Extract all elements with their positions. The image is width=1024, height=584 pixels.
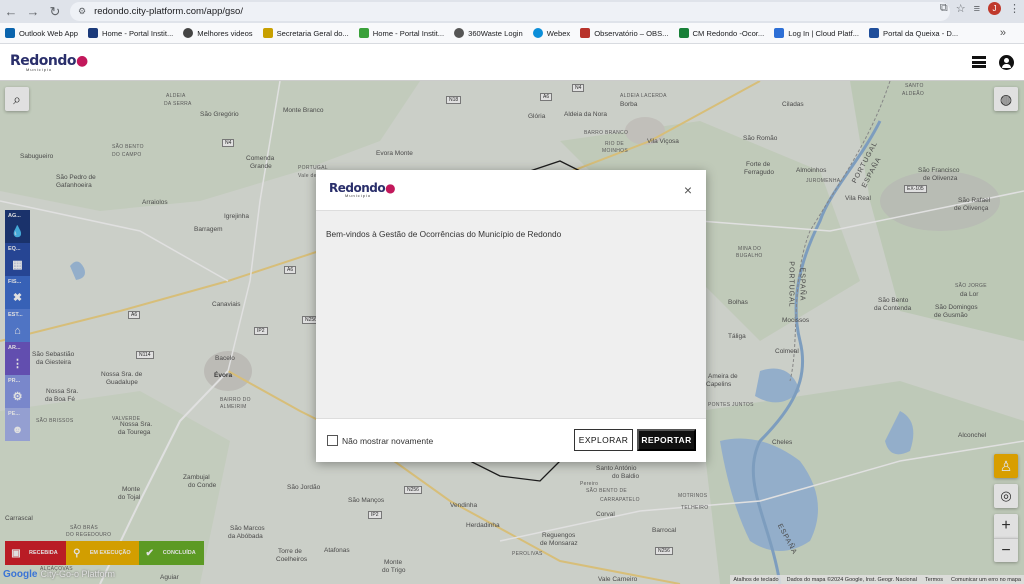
bookmark-item[interactable]: Observatório – OBS... [580,28,669,38]
modal-logo: Redondo● Município [329,181,396,198]
browser-menu-icon[interactable]: ⋮ [1009,2,1020,15]
site-info-icon[interactable]: ⚙ [78,6,86,17]
modal-body: Bem-vindos à Gestão de Ocorrências do Mu… [316,211,706,418]
forward-icon[interactable]: → [22,1,44,23]
checkbox-box[interactable] [327,435,338,446]
bookmark-item[interactable]: Secretaria Geral do... [262,28,349,38]
bookmark-item[interactable]: Outlook Web App [5,28,78,38]
extensions-icon[interactable]: ≡ [974,3,980,15]
bookmark-label: Home - Portal Instit... [372,28,445,38]
bookmark-favicon [5,28,15,38]
bookmark-favicon [183,28,194,38]
bookmark-item[interactable]: Portal da Queixa - D... [869,28,958,38]
bookmarks-bar: Outlook Web App Home - Portal Instit... … [0,23,1024,44]
logo-subtitle: Município [345,193,372,198]
bookmark-item[interactable]: Home - Portal Instit... [358,28,445,38]
bookmark-label: Observatório – OBS... [594,28,669,38]
bookmark-favicon [774,28,785,38]
checkbox-label: Não mostrar novamente [342,435,434,446]
menu-icon[interactable] [972,56,986,68]
report-button[interactable]: REPORTAR [637,429,696,451]
modal-header: Redondo● Município × [316,170,706,211]
bookmark-label: 360Waste Login [468,28,523,38]
url-text: redondo.city-platform.com/app/gso/ [94,6,243,17]
bookmark-label: Home - Portal Instit... [101,28,174,38]
bookmark-favicon [678,28,689,38]
bookmark-favicon [532,28,543,38]
app-logo[interactable]: Redondo● Município [10,54,88,72]
logo-swirl-icon: ● [385,181,396,195]
dont-show-again-checkbox[interactable]: Não mostrar novamente [327,435,433,446]
bookmark-label: Webex [546,28,571,38]
bookmark-label: Outlook Web App [19,28,78,38]
bookmark-favicon [262,28,273,38]
bookmark-label: Portal da Queixa - D... [883,28,959,38]
welcome-message: Bem-vindos à Gestão de Ocorrências do Mu… [326,229,562,239]
profile-avatar[interactable]: J [988,2,1001,15]
bookmark-item[interactable]: 360Waste Login [454,28,523,38]
back-icon[interactable]: ← [0,1,22,23]
bookmark-item[interactable]: Log In | Cloud Platf... [774,28,859,38]
more-bookmarks-button[interactable]: » [1000,27,1006,39]
app-header: Redondo● Município [0,44,1024,81]
bookmark-item[interactable]: Melhores videos [183,28,253,38]
welcome-modal: Redondo● Município × Bem-vindos à Gestão… [316,170,706,462]
bookmark-item[interactable]: Webex [532,28,571,38]
bookmark-label: Secretaria Geral do... [276,28,349,38]
browser-toolbar: ← → ↻ ⚙ redondo.city-platform.com/app/gs… [0,0,1024,23]
bookmark-item[interactable]: Home - Portal Instit... [87,28,174,38]
install-icon[interactable]: ⧉ [940,2,948,15]
address-bar[interactable]: ⚙ redondo.city-platform.com/app/gso/ [70,2,950,21]
bookmark-item[interactable]: CM Redondo -Ocor... [678,28,765,38]
bookmark-label: CM Redondo -Ocor... [692,28,765,38]
reload-icon[interactable]: ↻ [44,1,66,23]
bookmark-label: Log In | Cloud Platf... [788,28,860,38]
close-icon[interactable]: × [684,182,692,198]
logo-swirl-icon: ● [76,53,88,69]
logo-subtitle: Município [26,67,53,72]
explore-button[interactable]: EXPLORAR [574,429,633,451]
user-account-icon[interactable] [999,55,1014,70]
modal-footer: Não mostrar novamente EXPLORAR REPORTAR [316,418,706,462]
bookmark-label: Melhores videos [197,28,253,38]
bookmark-favicon [869,28,880,38]
bookmark-favicon [358,28,369,38]
bookmark-favicon [87,28,98,38]
bookmark-favicon [580,28,591,38]
browser-actions: ⧉ ☆ ≡ J ⋮ [940,2,1020,15]
bookmark-star-icon[interactable]: ☆ [956,2,966,15]
bookmark-favicon [454,28,465,38]
